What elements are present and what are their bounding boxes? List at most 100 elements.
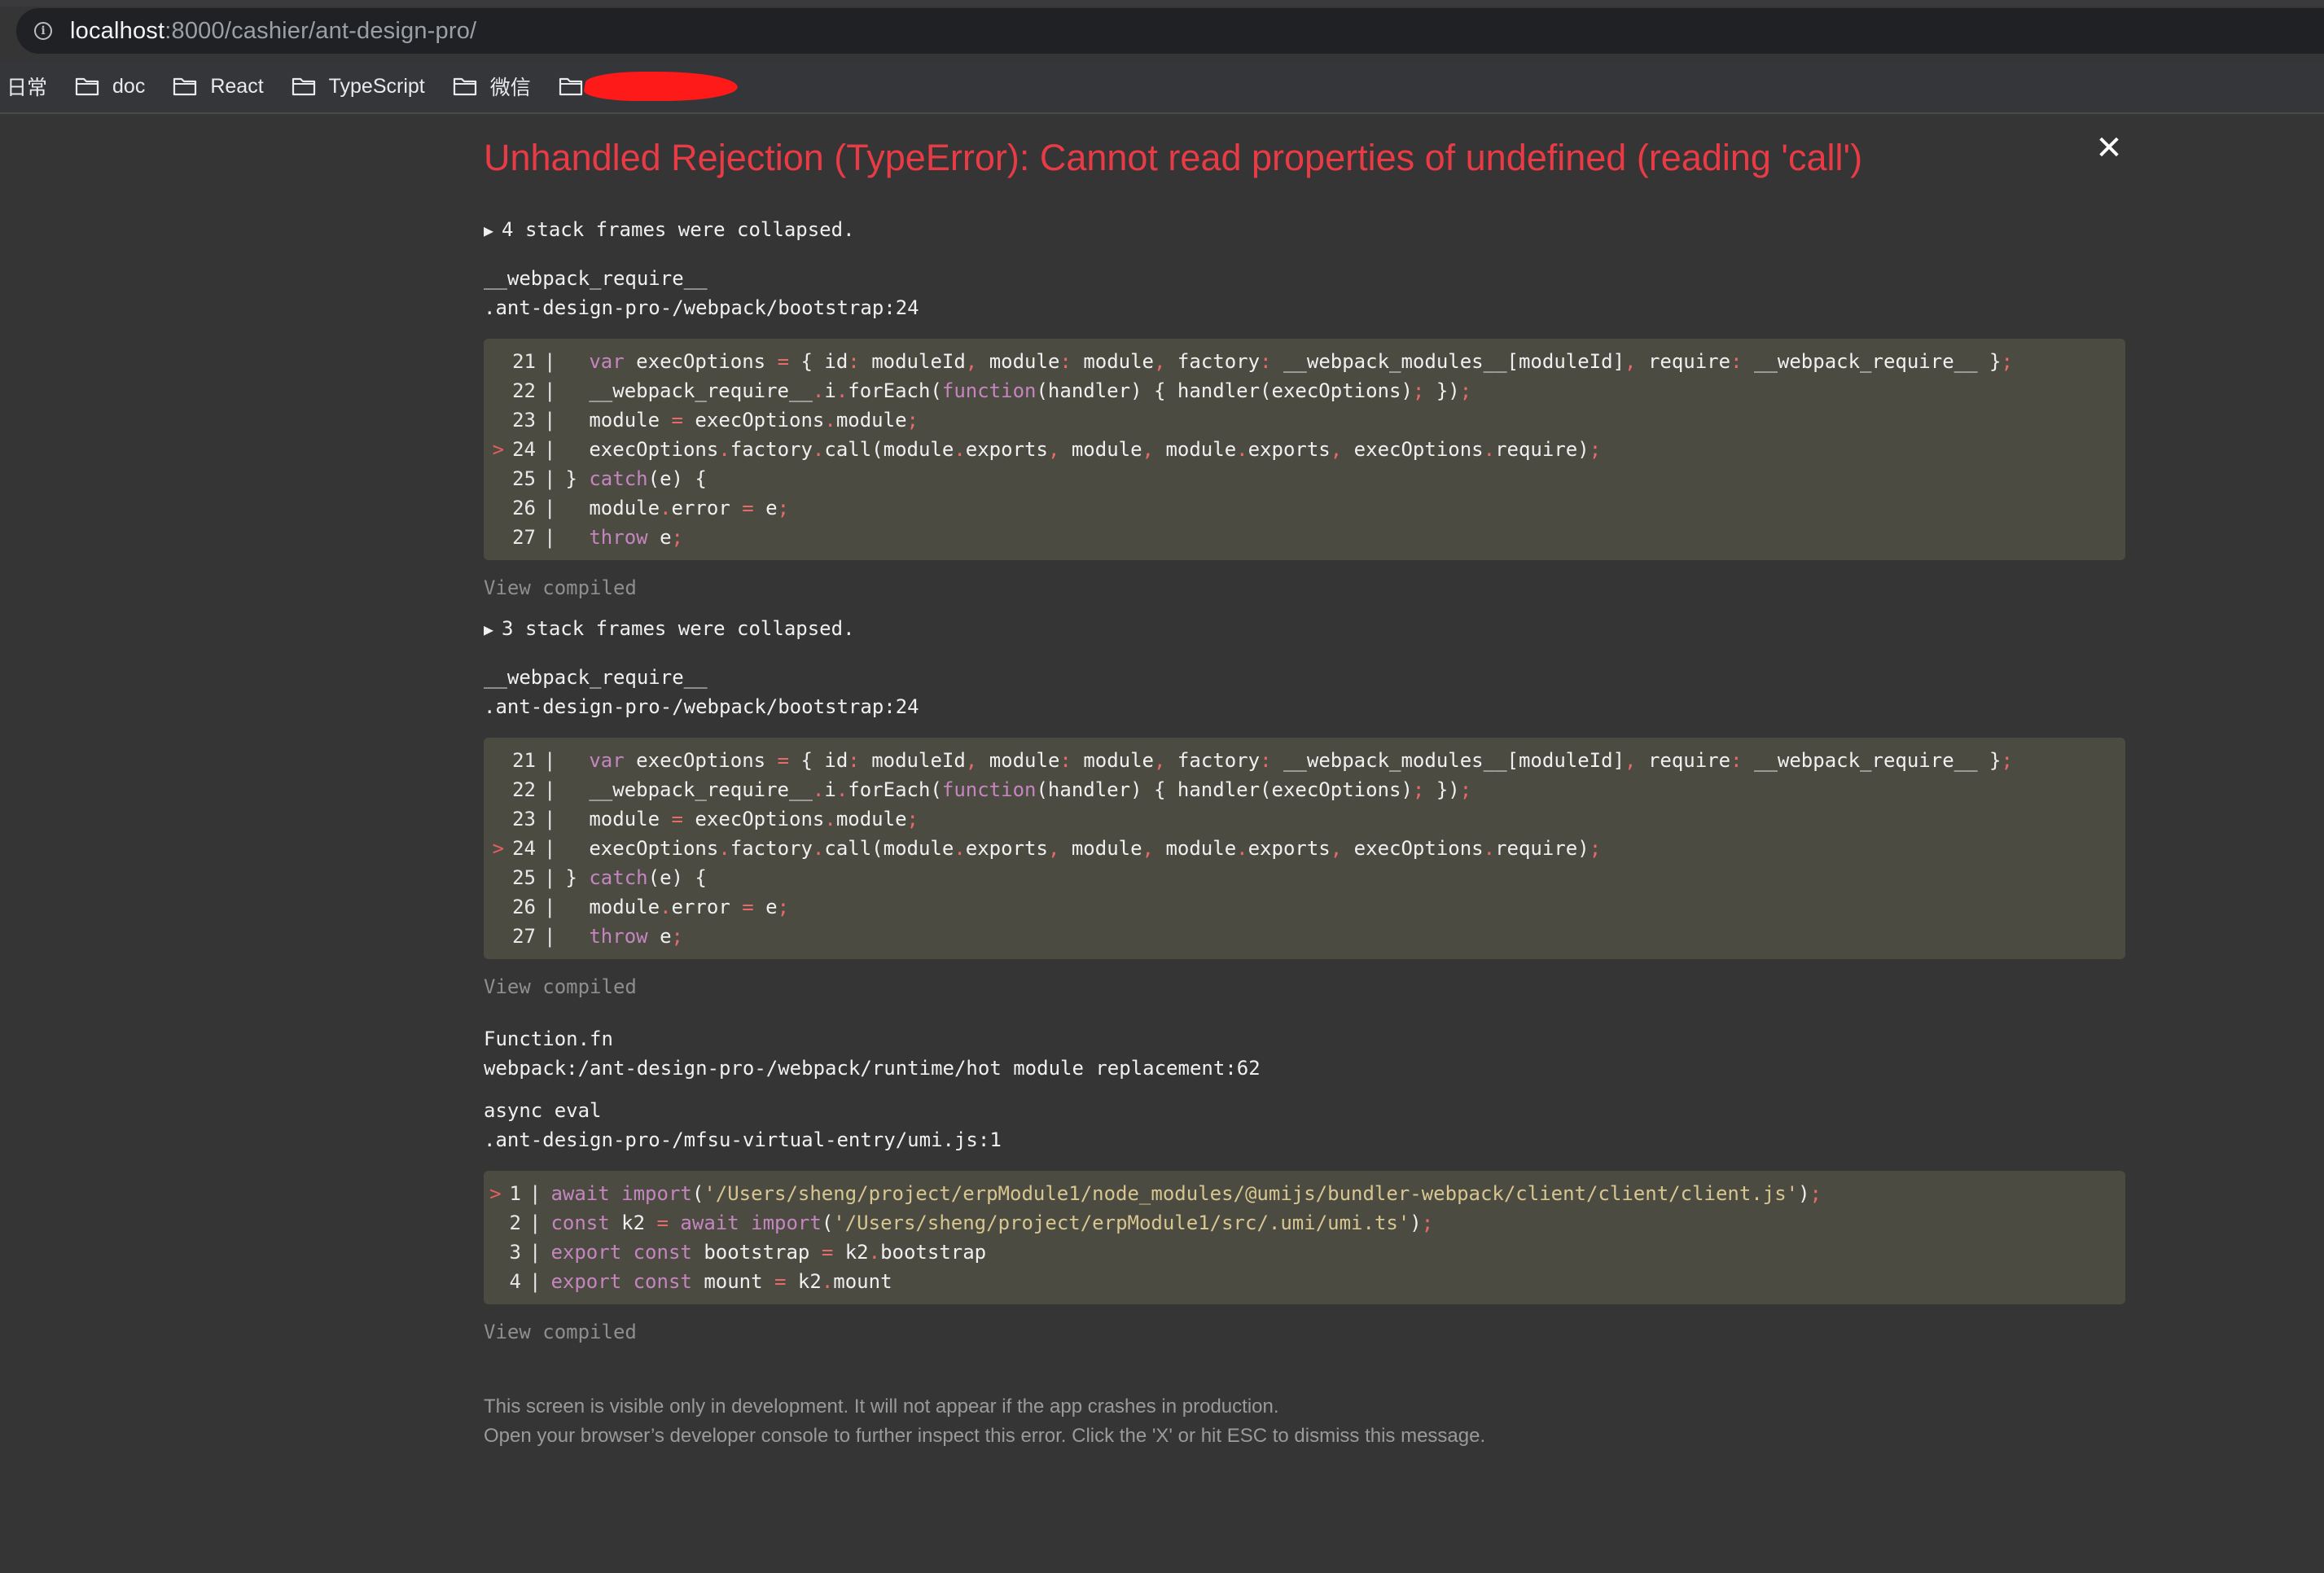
frame-function-name: __webpack_require__ <box>484 267 708 290</box>
code-text: module = execOptions.module; <box>589 409 919 432</box>
collapsed-frames-toggle[interactable]: ▶ 3 stack frames were collapsed. <box>484 614 2125 643</box>
code-text: throw e; <box>589 526 683 549</box>
code-line: >24 | execOptions.factory.call(module.exp… <box>484 834 2125 863</box>
bookmark-item[interactable]: 日常 <box>7 72 47 101</box>
line-number: 25 <box>512 467 536 490</box>
line-number: >24 <box>492 837 536 860</box>
line-number: 22 <box>512 778 536 801</box>
folder-icon <box>75 77 112 96</box>
folder-icon <box>292 77 329 96</box>
line-number: 27 <box>512 925 536 948</box>
code-snippet: >1 | await import('/Users/sheng/project/er… <box>484 1171 2125 1304</box>
code-line: >24 | execOptions.factory.call(module.exp… <box>484 435 2125 464</box>
bookmark-label: doc <box>112 74 146 98</box>
dev-notice-line: Open your browser’s developer console to… <box>484 1425 1486 1447</box>
stack-frame: Function.fn webpack:/ant-design-pro-/web… <box>484 1024 2125 1083</box>
url-text[interactable]: localhost:8000/cashier/ant-design-pro/ <box>70 18 476 45</box>
redaction-mark <box>581 72 740 101</box>
bookmarks-bar: 日常 doc React TypeScript 微信 <box>0 60 2324 114</box>
folder-icon <box>453 77 490 96</box>
line-number: >1 <box>489 1182 521 1205</box>
view-compiled-link[interactable]: View compiled <box>484 573 2125 602</box>
line-number: 3 <box>509 1241 521 1264</box>
code-line: 2 | const k2 = await import('/Users/sheng/… <box>484 1208 2125 1238</box>
code-text: __webpack_require__.i.forEach(function(h… <box>589 379 1472 402</box>
line-number: >24 <box>492 438 536 461</box>
code-line: 26 | module.error = e; <box>484 493 2125 523</box>
code-text: var execOptions = { id: moduleId, module… <box>589 749 2013 772</box>
code-snippet: 21 | var execOptions = { id: moduleId, mo… <box>484 738 2125 959</box>
error-overlay: Unhandled Rejection (TypeError): Cannot … <box>484 112 2125 1451</box>
code-line: 4 | export const mount = k2.mount <box>484 1267 2125 1296</box>
frame-location: webpack:/ant-design-pro-/webpack/runtime… <box>484 1057 1261 1080</box>
error-title: Unhandled Rejection (TypeError): Cannot … <box>484 137 1863 178</box>
code-text: await import('/Users/sheng/project/erpMo… <box>550 1182 1822 1205</box>
line-number: 21 <box>512 749 536 772</box>
line-number: 4 <box>509 1270 521 1293</box>
code-text: module.error = e; <box>589 896 790 918</box>
code-text: export const bootstrap = k2.bootstrap <box>550 1241 987 1264</box>
code-text: } catch(e) { <box>565 866 707 889</box>
code-text: __webpack_require__.i.forEach(function(h… <box>589 778 1472 801</box>
frame-location: .ant-design-pro-/webpack/bootstrap:24 <box>484 695 919 718</box>
stack-frame: __webpack_require__ .ant-design-pro-/web… <box>484 264 2125 602</box>
line-number: 27 <box>512 526 536 549</box>
bookmark-item[interactable]: TypeScript <box>292 75 425 99</box>
code-line: 26 | module.error = e; <box>484 892 2125 922</box>
frame-function-name: async eval <box>484 1099 602 1122</box>
frame-location: .ant-design-pro-/mfsu-virtual-entry/umi.… <box>484 1128 1002 1151</box>
view-compiled-link[interactable]: View compiled <box>484 972 2125 1001</box>
bookmark-label: 微信 <box>489 77 531 99</box>
bookmark-item-redacted[interactable] <box>559 72 740 101</box>
code-line: 25 |} catch(e) { <box>484 863 2125 892</box>
stack-frame: async eval .ant-design-pro-/mfsu-virtual… <box>484 1096 2125 1347</box>
bookmark-label: TypeScript <box>328 74 425 98</box>
line-number: 26 <box>512 896 536 918</box>
code-line: 27 | throw e; <box>484 523 2125 552</box>
code-line: 22 | __webpack_require__.i.forEach(functi… <box>484 376 2125 405</box>
line-number: 26 <box>512 497 536 519</box>
frame-function-name: __webpack_require__ <box>484 666 708 689</box>
triangle-right-icon: ▶ <box>484 221 494 240</box>
view-compiled-link[interactable]: View compiled <box>484 1317 2125 1347</box>
bookmark-item[interactable]: 微信 <box>453 72 531 101</box>
line-number: 23 <box>512 808 536 830</box>
triangle-right-icon: ▶ <box>484 620 494 639</box>
code-text: execOptions.factory.call(module.exports,… <box>589 438 1602 461</box>
code-line: 21 | var execOptions = { id: moduleId, mo… <box>484 746 2125 775</box>
code-text: throw e; <box>589 925 683 948</box>
code-line: >1 | await import('/Users/sheng/project/er… <box>484 1179 2125 1208</box>
collapsed-frames-toggle[interactable]: ▶ 4 stack frames were collapsed. <box>484 215 2125 244</box>
stack-frame: __webpack_require__ .ant-design-pro-/web… <box>484 663 2125 1001</box>
code-text: var execOptions = { id: moduleId, module… <box>589 350 2013 373</box>
code-text: const k2 = await import('/Users/sheng/pr… <box>550 1212 1434 1234</box>
code-text: execOptions.factory.call(module.exports,… <box>589 837 1602 860</box>
code-line: 21 | var execOptions = { id: moduleId, mo… <box>484 347 2125 376</box>
line-number: 22 <box>512 379 536 402</box>
close-icon[interactable]: ✕ <box>2093 132 2125 164</box>
site-info-icon[interactable]: i <box>34 22 52 40</box>
code-line: 23 | module = execOptions.module; <box>484 804 2125 834</box>
bookmark-item[interactable]: React <box>173 74 264 99</box>
code-text: export const mount = k2.mount <box>550 1270 892 1293</box>
dev-notice: This screen is visible only in developme… <box>484 1392 2125 1451</box>
frame-location: .ant-design-pro-/webpack/bootstrap:24 <box>484 296 919 319</box>
address-bar[interactable]: i localhost:8000/cashier/ant-design-pro/ <box>16 8 2324 54</box>
code-text: module.error = e; <box>589 497 790 519</box>
line-number: 2 <box>509 1212 521 1234</box>
code-line: 3 | export const bootstrap = k2.bootstrap <box>484 1238 2125 1267</box>
line-number: 23 <box>512 409 536 432</box>
code-text: } catch(e) { <box>565 467 707 490</box>
bookmark-item[interactable]: doc <box>75 75 145 99</box>
line-number: 21 <box>512 350 536 373</box>
browser-top-edge <box>0 0 2324 7</box>
code-snippet: 21 | var execOptions = { id: moduleId, mo… <box>484 339 2125 560</box>
code-line: 27 | throw e; <box>484 922 2125 951</box>
line-number: 25 <box>512 866 536 889</box>
frame-function-name: Function.fn <box>484 1027 613 1050</box>
code-line: 23 | module = execOptions.module; <box>484 405 2125 435</box>
code-text: module = execOptions.module; <box>589 808 919 830</box>
code-line: 25 |} catch(e) { <box>484 464 2125 493</box>
folder-icon <box>173 77 210 96</box>
bookmark-label: React <box>210 74 264 98</box>
